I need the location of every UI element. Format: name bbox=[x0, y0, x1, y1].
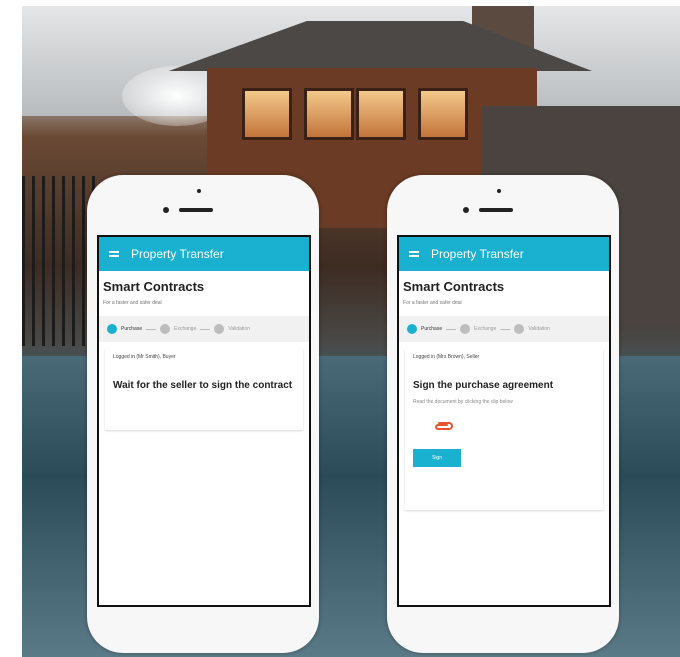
camera bbox=[197, 189, 201, 193]
phone-left: Property Transfer Smart Contracts For a … bbox=[87, 175, 319, 653]
step-label: Validation bbox=[228, 326, 250, 332]
sensor bbox=[463, 207, 469, 213]
app-bar: Property Transfer bbox=[399, 237, 609, 271]
page-title: Smart Contracts bbox=[403, 279, 505, 294]
speaker bbox=[179, 208, 213, 212]
step-separator bbox=[446, 328, 457, 330]
step-exchange[interactable]: Exchange bbox=[160, 324, 196, 334]
step-circle bbox=[407, 324, 417, 334]
app-bar: Property Transfer bbox=[99, 237, 309, 271]
step-label: Purchase bbox=[121, 326, 143, 332]
status-message: Wait for the seller to sign the contract bbox=[113, 380, 293, 391]
task-card: Logged in (Mrs Brown), Seller Sign the p… bbox=[405, 348, 603, 510]
stepper: Purchase Exchange Validation bbox=[99, 316, 309, 342]
step-purchase[interactable]: Purchase bbox=[407, 324, 442, 334]
phone-screen: Property Transfer Smart Contracts For a … bbox=[397, 235, 611, 607]
step-exchange[interactable]: Exchange bbox=[460, 324, 496, 334]
camera bbox=[497, 189, 501, 193]
step-separator bbox=[146, 328, 157, 330]
app-title: Property Transfer bbox=[131, 247, 224, 261]
house-window bbox=[356, 88, 406, 140]
task-title: Sign the purchase agreement bbox=[413, 380, 554, 391]
stepper: Purchase Exchange Validation bbox=[399, 316, 609, 342]
speaker bbox=[479, 208, 513, 212]
task-hint: Read the document by clicking the clip b… bbox=[413, 399, 513, 405]
page-subtitle: For a faster and safer deal bbox=[103, 300, 162, 306]
page-subtitle: For a faster and safer deal bbox=[403, 300, 462, 306]
page-title: Smart Contracts bbox=[103, 279, 205, 294]
house-window bbox=[242, 88, 292, 140]
step-label: Exchange bbox=[174, 326, 197, 332]
logged-in-label: Logged in (Mrs Brown), Seller bbox=[413, 354, 480, 360]
sensor bbox=[163, 207, 169, 213]
status-card: Logged in (Mr Smith), Buyer Wait for the… bbox=[105, 348, 303, 430]
content: Smart Contracts For a faster and safer d… bbox=[399, 271, 609, 518]
step-label: Validation bbox=[528, 326, 550, 332]
phone-right: Property Transfer Smart Contracts For a … bbox=[387, 175, 619, 653]
phone-screen: Property Transfer Smart Contracts For a … bbox=[97, 235, 311, 607]
step-separator bbox=[200, 328, 211, 330]
house-window bbox=[304, 88, 354, 140]
step-circle bbox=[514, 324, 525, 334]
step-validation[interactable]: Validation bbox=[214, 324, 250, 334]
paperclip-icon[interactable] bbox=[433, 419, 455, 433]
app-title: Property Transfer bbox=[431, 247, 524, 261]
house-window bbox=[418, 88, 468, 140]
step-circle bbox=[107, 324, 117, 334]
menu-icon[interactable] bbox=[109, 251, 119, 257]
sign-button[interactable]: Sign bbox=[413, 449, 461, 467]
step-separator bbox=[500, 328, 511, 330]
logged-in-label: Logged in (Mr Smith), Buyer bbox=[113, 354, 176, 360]
content: Smart Contracts For a faster and safer d… bbox=[99, 271, 309, 438]
step-label: Purchase bbox=[421, 326, 443, 332]
menu-icon[interactable] bbox=[409, 251, 419, 257]
step-purchase[interactable]: Purchase bbox=[107, 324, 142, 334]
step-circle bbox=[214, 324, 225, 334]
step-validation[interactable]: Validation bbox=[514, 324, 550, 334]
step-circle bbox=[160, 324, 171, 334]
step-label: Exchange bbox=[474, 326, 497, 332]
step-circle bbox=[460, 324, 471, 334]
